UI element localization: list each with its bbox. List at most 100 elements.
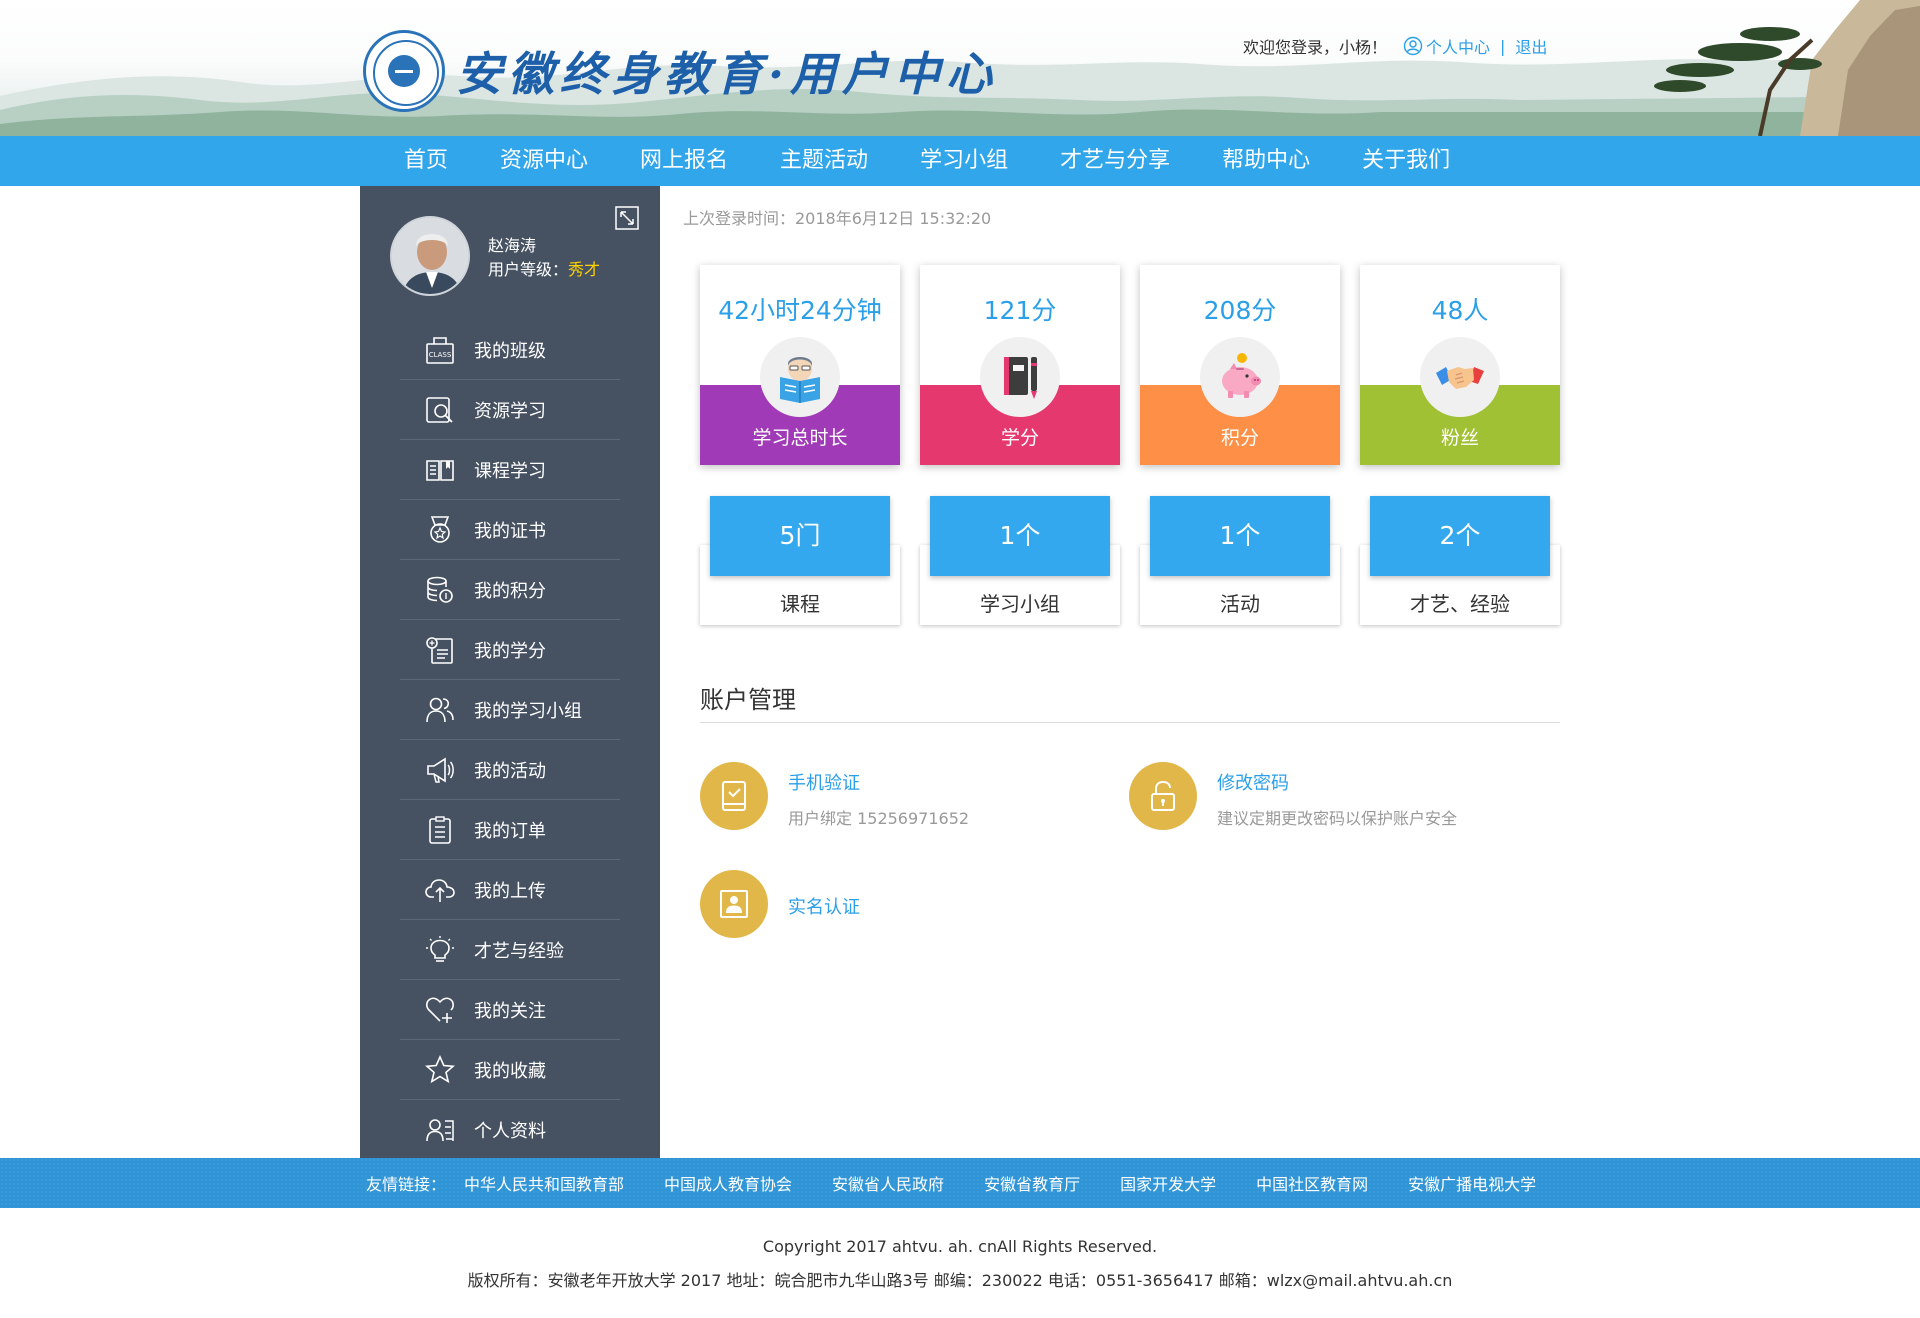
friend-links-bar: 友情链接： 中华人民共和国教育部 中国成人教育协会 安徽省人民政府 安徽省教育厅…	[0, 1158, 1920, 1208]
friend-link[interactable]: 中华人民共和国教育部	[464, 1171, 624, 1195]
sidebar-item-favorites[interactable]: 我的收藏	[400, 1040, 620, 1100]
nav-item-help[interactable]: 帮助中心	[1200, 136, 1332, 186]
header-banner: 安徽终身教育·用户中心 欢迎您登录，小杨！ 个人中心 | 退出	[0, 0, 1920, 136]
expand-icon[interactable]	[615, 206, 639, 230]
book-icon	[424, 454, 456, 486]
group-icon	[424, 694, 456, 726]
stat-card-points[interactable]: 208分 积分	[1140, 265, 1340, 465]
profile-name: 赵海涛	[488, 236, 537, 255]
count-value-activities[interactable]: 1个	[1150, 496, 1330, 576]
sidebar-menu: CLASS 我的班级 资源学习 课程学习 我的证书 我的积分 我的学分 我的学习…	[400, 320, 620, 1160]
logout-link[interactable]: 退出	[1515, 34, 1547, 58]
stat-value: 42小时24分钟	[718, 296, 882, 325]
sidebar-item-profile[interactable]: 个人资料	[400, 1100, 620, 1160]
sidebar-item-label: 我的订单	[474, 820, 546, 842]
sidebar-item-following[interactable]: 我的关注	[400, 980, 620, 1040]
sidebar-item-credits[interactable]: 我的学分	[400, 620, 620, 680]
stat-card-credits[interactable]: 121分 学分	[920, 265, 1120, 465]
sidebar-item-activities[interactable]: 我的活动	[400, 740, 620, 800]
sidebar-item-label: 我的活动	[474, 760, 546, 782]
change-password-item[interactable]: 修改密码 建议定期更改密码以保护账户安全	[1129, 762, 1457, 830]
search-doc-icon	[424, 394, 456, 426]
friend-link[interactable]: 安徽省人民政府	[832, 1171, 944, 1195]
phone-verify-title[interactable]: 手机验证	[788, 769, 969, 795]
stat-card-study-time[interactable]: 42小时24分钟 学习总时长	[700, 265, 900, 465]
address-info: 版权所有：安徽老年开放大学 2017 地址：皖合肥市九华山路3号 邮编：2300…	[467, 1271, 1453, 1290]
user-icon	[1403, 36, 1423, 56]
user-center-link[interactable]: 个人中心	[1403, 34, 1490, 58]
count-label: 学习小组	[980, 592, 1060, 616]
avatar-portrait	[392, 218, 468, 294]
count-value-talents[interactable]: 2个	[1370, 496, 1550, 576]
sidebar-item-points[interactable]: 我的积分	[400, 560, 620, 620]
order-icon	[424, 814, 456, 846]
friend-link[interactable]: 国家开发大学	[1120, 1171, 1216, 1195]
star-icon	[424, 1054, 456, 1086]
notebook-pen-icon	[980, 337, 1060, 417]
friend-links-label: 友情链接：	[366, 1175, 447, 1194]
nav-item-resources[interactable]: 资源中心	[478, 136, 610, 186]
nav-item-about[interactable]: 关于我们	[1340, 136, 1472, 186]
change-password-desc: 建议定期更改密码以保护账户安全	[1217, 809, 1458, 828]
stat-label: 粉丝	[1440, 427, 1479, 449]
divider	[700, 722, 1560, 723]
reading-icon	[760, 337, 840, 417]
sidebar-item-label: 我的证书	[474, 520, 546, 542]
sidebar-item-uploads[interactable]: 我的上传	[400, 860, 620, 920]
phone-verify-icon	[700, 762, 768, 830]
user-bar: 欢迎您登录，小杨！ 个人中心 | 退出	[1243, 34, 1547, 58]
count-value-study-groups[interactable]: 1个	[930, 496, 1110, 576]
friend-link[interactable]: 安徽省教育厅	[984, 1171, 1080, 1195]
piggy-bank-icon	[1200, 337, 1280, 417]
lock-icon	[1129, 762, 1197, 830]
sidebar-item-study-groups[interactable]: 我的学习小组	[400, 680, 620, 740]
count-value-courses[interactable]: 5门	[710, 496, 890, 576]
sidebar-item-orders[interactable]: 我的订单	[400, 800, 620, 860]
friend-link[interactable]: 中国成人教育协会	[664, 1171, 792, 1195]
sidebar-item-course-study[interactable]: 课程学习	[400, 440, 620, 500]
nav-item-home[interactable]: 首页	[382, 136, 470, 186]
friend-link[interactable]: 中国社区教育网	[1256, 1171, 1368, 1195]
sidebar-item-resource-study[interactable]: 资源学习	[400, 380, 620, 440]
medal-icon	[424, 514, 456, 546]
friend-link[interactable]: 安徽广播电视大学	[1408, 1171, 1536, 1195]
sidebar-item-label: 我的学分	[474, 640, 546, 662]
bulb-icon	[424, 934, 456, 966]
sidebar-item-my-class[interactable]: CLASS 我的班级	[400, 320, 620, 380]
sidebar-item-talent-experience[interactable]: 才艺与经验	[400, 920, 620, 980]
sidebar-item-certificates[interactable]: 我的证书	[400, 500, 620, 560]
profile-icon	[424, 1114, 456, 1146]
phone-verify-item[interactable]: 手机验证 用户绑定 15256971652	[700, 762, 969, 830]
heart-plus-icon	[424, 994, 456, 1026]
sidebar-item-label: 我的班级	[474, 340, 546, 362]
copyright: Copyright 2017 ahtvu. ah. cnAll Rights R…	[762, 1237, 1158, 1256]
stat-value: 121分	[983, 296, 1057, 325]
real-name-title[interactable]: 实名认证	[788, 893, 860, 919]
sidebar-item-label: 课程学习	[474, 460, 546, 482]
count-label: 才艺、经验	[1410, 592, 1510, 616]
sidebar-item-label: 我的上传	[474, 880, 546, 902]
stat-card-fans[interactable]: 48人 粉丝	[1360, 265, 1560, 465]
stat-value: 48人	[1431, 296, 1489, 325]
stat-value: 208分	[1203, 296, 1277, 325]
cloud-upload-icon	[424, 874, 456, 906]
nav-item-events[interactable]: 主题活动	[758, 136, 890, 186]
level-value: 秀才	[568, 260, 601, 279]
sidebar-item-label: 个人资料	[474, 1121, 546, 1142]
credit-doc-icon	[424, 634, 456, 666]
handshake-icon	[1420, 337, 1500, 417]
site-logo[interactable]	[363, 30, 445, 112]
real-name-item[interactable]: 实名认证	[700, 870, 860, 938]
separator: |	[1500, 36, 1506, 56]
nav-item-registration[interactable]: 网上报名	[618, 136, 750, 186]
avatar[interactable]	[390, 216, 470, 296]
change-password-title[interactable]: 修改密码	[1217, 769, 1457, 795]
site-title: 安徽终身教育·用户中心	[456, 47, 999, 101]
nav-item-study-groups[interactable]: 学习小组	[898, 136, 1030, 186]
profile-level: 用户等级：秀才	[488, 256, 600, 280]
sidebar-item-label: 我的积分	[474, 580, 546, 602]
account-management-title: 账户管理	[700, 686, 796, 714]
welcome-text: 欢迎您登录，小杨！	[1243, 38, 1388, 57]
sidebar: 赵海涛 用户等级：秀才 CLASS 我的班级 资源学习 课程学习 我的证书 我的…	[360, 186, 660, 1158]
nav-item-talent-sharing[interactable]: 才艺与分享	[1038, 136, 1192, 186]
